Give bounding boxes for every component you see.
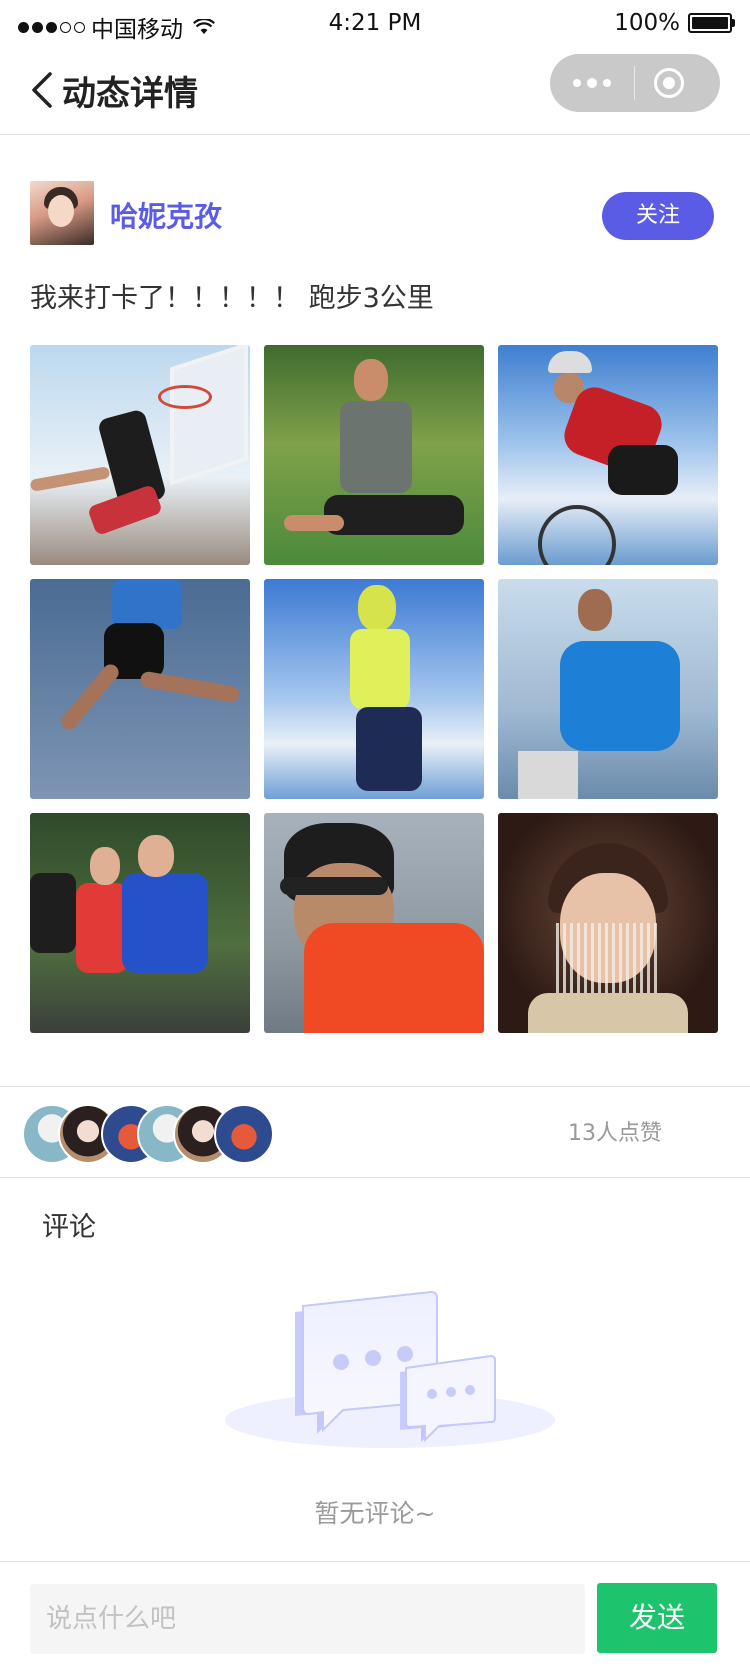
liker-avatar[interactable]	[214, 1104, 274, 1164]
page-title: 动态详情	[62, 74, 198, 114]
author-name[interactable]: 哈妮克孜	[110, 195, 222, 235]
author-avatar[interactable]	[30, 181, 94, 245]
post-text: 我来打卡了！！！！！ 跑步3公里	[30, 283, 434, 314]
nav-bar: 动态详情	[0, 48, 750, 135]
photo-man-running-blue[interactable]	[498, 579, 718, 799]
close-mini-program-icon[interactable]	[654, 68, 684, 98]
photo-cyclist[interactable]	[498, 345, 718, 565]
send-button[interactable]: 发送	[597, 1583, 717, 1653]
photo-basketball-dunk[interactable]	[30, 345, 250, 565]
battery-percent: 100%	[614, 10, 680, 36]
like-count[interactable]: 13人点赞	[568, 1115, 662, 1147]
comment-input[interactable]	[30, 1584, 585, 1654]
photo-woman-veil-portrait[interactable]	[498, 813, 718, 1033]
back-arrow-icon[interactable]	[28, 68, 58, 112]
photo-stretching-man[interactable]	[264, 345, 484, 565]
battery-group: 100%	[614, 10, 735, 36]
likes-row: 13人点赞	[0, 1086, 750, 1178]
empty-comments-text: 暂无评论~	[314, 1499, 436, 1528]
follow-button[interactable]: 关注	[602, 192, 714, 240]
empty-comments-illustration	[225, 1290, 555, 1448]
capsule-divider	[634, 66, 635, 100]
photo-marathon-group[interactable]	[30, 813, 250, 1033]
photo-jumping-runner[interactable]	[30, 579, 250, 799]
battery-icon	[688, 13, 735, 33]
photo-runner-sunglasses[interactable]	[264, 813, 484, 1033]
photo-woman-runner[interactable]	[264, 579, 484, 799]
more-options-icon[interactable]	[550, 54, 634, 112]
status-bar: 中国移动 4:21 PM 100%	[0, 0, 750, 48]
comments-title: 评论	[42, 1212, 96, 1243]
author-row: 哈妮克孜 关注	[30, 181, 720, 247]
comment-input-bar: 发送	[0, 1561, 750, 1668]
mini-program-capsule	[550, 54, 720, 112]
